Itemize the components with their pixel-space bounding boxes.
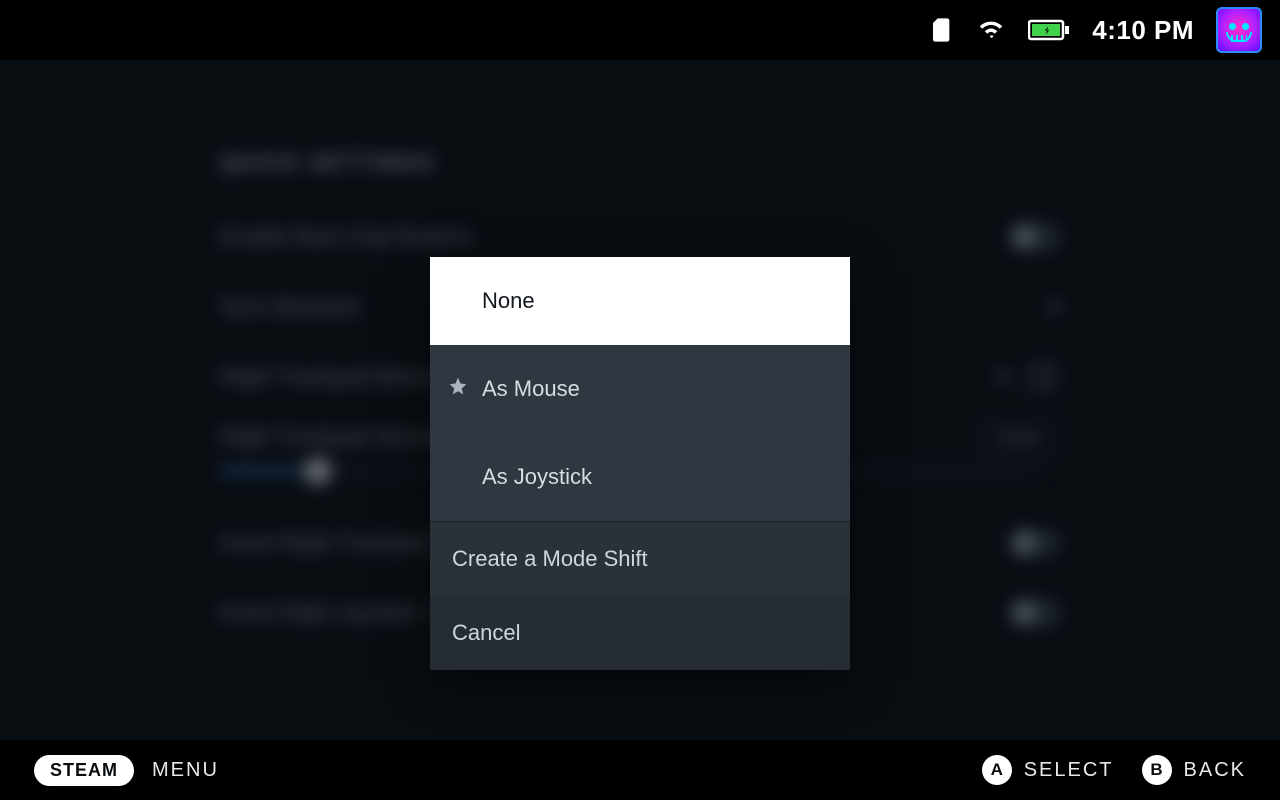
- create-mode-shift[interactable]: Create a Mode Shift: [430, 522, 850, 596]
- cancel[interactable]: Cancel: [430, 596, 850, 670]
- footer-bar: STEAM MENU A SELECT B BACK: [0, 740, 1280, 800]
- behavior-modal: None As Mouse As Joystick Create a Mode …: [430, 257, 850, 670]
- action-label: Cancel: [452, 620, 520, 646]
- b-button-icon: B: [1142, 755, 1172, 785]
- avatar[interactable]: [1216, 7, 1262, 53]
- sd-card-icon: [926, 16, 954, 44]
- hint-label: SELECT: [1024, 759, 1114, 782]
- a-button-icon: A: [982, 755, 1012, 785]
- clock: 4:10 PM: [1092, 15, 1194, 46]
- star-icon: [448, 376, 468, 402]
- option-label: As Mouse: [482, 376, 580, 402]
- option-none[interactable]: None: [430, 257, 850, 345]
- hint-select: A SELECT: [982, 755, 1114, 785]
- settings-page: QUICK SETTINGS Enable Back Grip Buttons …: [0, 60, 1280, 740]
- option-label: As Joystick: [482, 464, 592, 490]
- wifi-icon: [976, 15, 1006, 45]
- battery-icon: [1028, 18, 1070, 42]
- status-bar: 4:10 PM: [0, 0, 1280, 60]
- option-label: None: [482, 288, 535, 314]
- option-as-mouse[interactable]: As Mouse: [430, 345, 850, 433]
- hint-back: B BACK: [1142, 755, 1246, 785]
- action-label: Create a Mode Shift: [452, 546, 648, 572]
- hint-label: BACK: [1184, 759, 1246, 782]
- option-as-joystick[interactable]: As Joystick: [430, 433, 850, 521]
- menu-label: MENU: [152, 759, 219, 782]
- steam-button[interactable]: STEAM: [34, 755, 134, 786]
